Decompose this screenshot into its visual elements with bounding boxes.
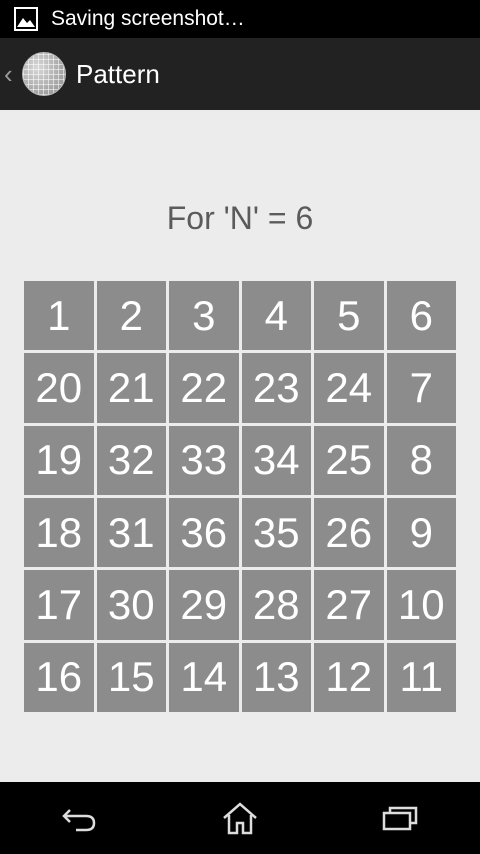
grid-cell: 19: [24, 425, 94, 495]
grid-cell: 26: [314, 498, 384, 568]
grid-cell: 20: [24, 353, 94, 423]
grid-cell: 21: [96, 353, 166, 423]
grid-cell: 7: [386, 353, 456, 423]
number-grid: 1 2 3 4 5 6 20 21 22 23 24 7 19 32 33 34 25 8 18 31 36 35 26 9 1…: [24, 281, 456, 712]
grid-cell: 32: [96, 425, 166, 495]
status-bar: Saving screenshot…: [0, 0, 480, 38]
grid-cell: 3: [169, 281, 239, 351]
grid-cell: 31: [96, 498, 166, 568]
grid-cell: 36: [169, 498, 239, 568]
grid-cell: 17: [24, 570, 94, 640]
grid-cell: 14: [169, 642, 239, 712]
grid-cell: 12: [314, 642, 384, 712]
status-text: Saving screenshot…: [51, 7, 245, 30]
grid-cell: 29: [169, 570, 239, 640]
grid-cell: 13: [241, 642, 311, 712]
grid-cell: 16: [24, 642, 94, 712]
grid-cell: 11: [386, 642, 456, 712]
back-icon[interactable]: [40, 788, 120, 848]
grid-cell: 10: [386, 570, 456, 640]
grid-cell: 22: [169, 353, 239, 423]
grid-cell: 2: [96, 281, 166, 351]
grid-cell: 18: [24, 498, 94, 568]
chevron-left-icon[interactable]: ‹: [4, 59, 20, 90]
grid-cell: 5: [314, 281, 384, 351]
grid-cell: 30: [96, 570, 166, 640]
grid-cell: 33: [169, 425, 239, 495]
grid-cell: 6: [386, 281, 456, 351]
grid-cell: 35: [241, 498, 311, 568]
grid-cell: 24: [314, 353, 384, 423]
pattern-heading: For 'N' = 6: [166, 200, 314, 236]
app-grid-icon[interactable]: [22, 52, 66, 96]
grid-cell: 34: [241, 425, 311, 495]
app-title: Pattern: [76, 58, 160, 89]
image-icon: [13, 6, 39, 32]
home-icon[interactable]: [200, 788, 280, 848]
recents-icon[interactable]: [360, 788, 440, 848]
grid-cell: 25: [314, 425, 384, 495]
grid-cell: 8: [386, 425, 456, 495]
grid-cell: 27: [314, 570, 384, 640]
grid-cell: 1: [24, 281, 94, 351]
grid-cell: 28: [241, 570, 311, 640]
navigation-bar: [0, 782, 480, 854]
grid-cell: 15: [96, 642, 166, 712]
grid-cell: 23: [241, 353, 311, 423]
grid-cell: 9: [386, 498, 456, 568]
action-bar: ‹ Pattern: [0, 38, 480, 110]
grid-cell: 4: [241, 281, 311, 351]
